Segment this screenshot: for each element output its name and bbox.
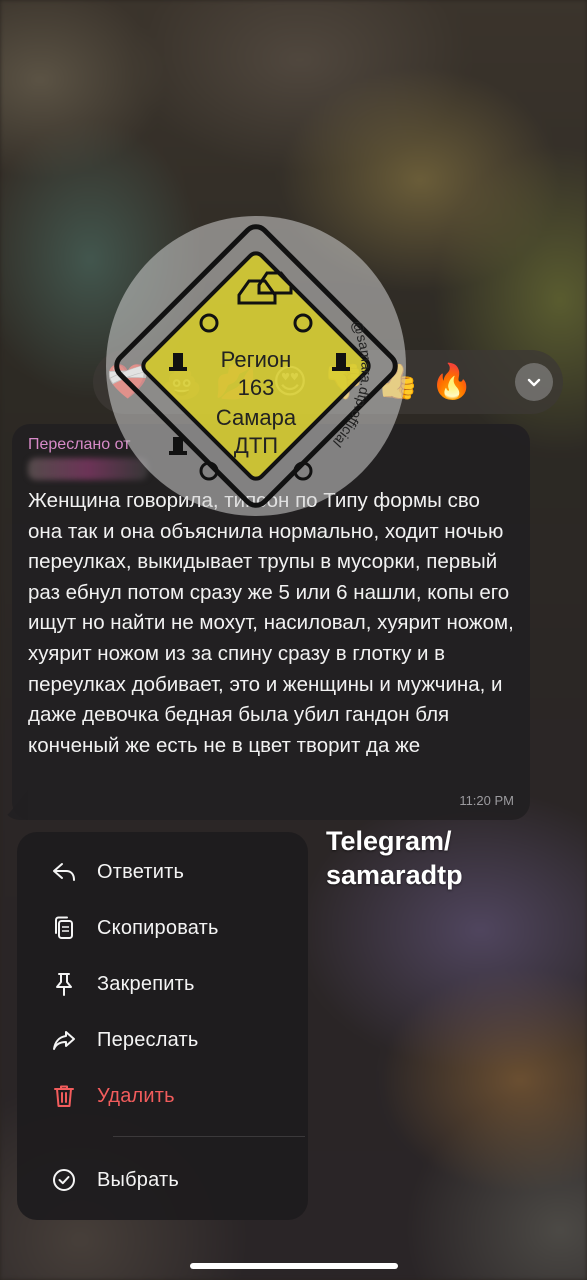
reaction-kiss-mark[interactable]: 💋: [213, 359, 259, 405]
reaction-pile-of-poo[interactable]: 💩: [159, 359, 205, 405]
reaction-heart-eyes[interactable]: 😍: [267, 359, 313, 405]
menu-item-pin[interactable]: Закрепить: [17, 956, 308, 1012]
caption-line-2: samaradtp: [326, 860, 463, 890]
menu-label-forward: Переслать: [97, 1028, 199, 1051]
chevron-down-icon: [527, 378, 541, 387]
menu-label-delete: Удалить: [97, 1084, 175, 1107]
reaction-thumbs-down[interactable]: 👎: [321, 359, 367, 405]
menu-item-select[interactable]: Выбрать: [17, 1152, 308, 1208]
context-menu: Ответить Скопировать Закрепить Переслать…: [17, 832, 308, 1220]
message-bubble[interactable]: Переслано от Женщина говорила, типсон по…: [12, 424, 530, 820]
home-indicator[interactable]: [190, 1263, 398, 1269]
forwarded-label: Переслано от: [28, 436, 131, 453]
reply-icon: [49, 857, 79, 887]
pin-icon: [49, 969, 79, 999]
reaction-thumbs-up[interactable]: 👍: [375, 359, 421, 405]
caption-line-1: Telegram/: [326, 826, 452, 856]
reaction-fire[interactable]: 🔥: [429, 359, 475, 405]
menu-label-select: Выбрать: [97, 1168, 179, 1191]
reaction-bar: ❤️‍🩹 💩 💋 😍 👎 👍 🔥: [93, 350, 563, 414]
message-text: Женщина говорила, типсон по Типу формы с…: [28, 489, 514, 757]
forwarded-sender-redacted: [28, 458, 148, 480]
trash-icon: [49, 1081, 79, 1111]
check-circle-icon: [49, 1165, 79, 1195]
menu-label-reply: Ответить: [97, 860, 185, 883]
menu-item-reply[interactable]: Ответить: [17, 844, 308, 900]
forward-icon: [49, 1025, 79, 1055]
menu-item-delete[interactable]: Удалить: [17, 1068, 308, 1124]
menu-label-pin: Закрепить: [97, 972, 195, 995]
reaction-mending-heart[interactable]: ❤️‍🩹: [105, 359, 151, 405]
message-time: 11:20 PM: [459, 793, 514, 808]
copy-icon: [49, 913, 79, 943]
menu-divider: [113, 1136, 305, 1137]
channel-caption: Telegram/ samaradtp: [326, 824, 463, 892]
menu-label-copy: Скопировать: [97, 916, 219, 939]
expand-reactions-button[interactable]: [515, 363, 553, 401]
menu-item-copy[interactable]: Скопировать: [17, 900, 308, 956]
menu-item-forward[interactable]: Переслать: [17, 1012, 308, 1068]
